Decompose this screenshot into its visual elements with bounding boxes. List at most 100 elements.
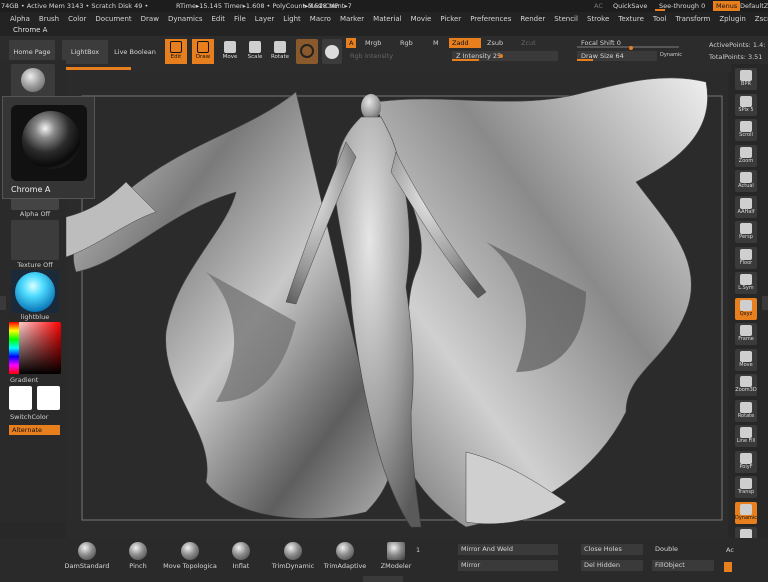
lsym-button[interactable]: L.Sym <box>735 272 757 294</box>
linefill-button[interactable]: Line Fill <box>735 425 757 447</box>
bpr-button[interactable]: BPR <box>735 68 757 90</box>
material-preview[interactable] <box>11 105 87 181</box>
brush-move-topological[interactable]: Move Topologica <box>163 542 217 570</box>
menu-document[interactable]: Document <box>95 15 131 23</box>
menu-render[interactable]: Render <box>520 15 545 23</box>
menu-light[interactable]: Light <box>283 15 300 23</box>
floor-button[interactable]: Floor <box>735 246 757 269</box>
close-holes-button[interactable]: Close Holes <box>581 544 643 555</box>
aahalf-button[interactable]: AAHalf <box>735 195 757 218</box>
m-toggle[interactable]: M <box>430 38 442 48</box>
menu-preferences[interactable]: Preferences <box>470 15 511 23</box>
z-intensity-slider[interactable]: Z Intensity 25 <box>452 51 558 61</box>
live-boolean-button[interactable]: Live Boolean <box>112 40 158 64</box>
menu-picker[interactable]: Picker <box>440 15 461 23</box>
fill-object-button[interactable]: FillObject <box>652 560 714 571</box>
transp-button[interactable]: Transp <box>735 476 757 498</box>
menu-brush[interactable]: Brush <box>39 15 59 23</box>
mirror-button[interactable]: Mirror <box>458 560 558 571</box>
menu-edit[interactable]: Edit <box>211 15 225 23</box>
dynamic-button[interactable]: Dynamic <box>735 501 757 524</box>
zadd-toggle[interactable]: Zadd <box>449 38 481 48</box>
spotlight-button[interactable] <box>322 39 342 64</box>
menu-dynamics[interactable]: Dynamics <box>168 15 203 23</box>
menu-transform[interactable]: Transform <box>676 15 711 23</box>
rotate-mode-button[interactable]: Rotate <box>269 39 291 64</box>
frame-button[interactable]: Frame <box>735 323 757 345</box>
zoom3d-button[interactable]: Zoom3D <box>735 374 757 396</box>
left-tray-toggle[interactable] <box>0 296 6 310</box>
draw-mode-button[interactable]: Draw <box>192 39 214 64</box>
focal-shift-knob[interactable] <box>629 46 633 50</box>
secondary-color-swatch[interactable] <box>37 386 60 410</box>
mrgb-toggle[interactable]: Mrgb <box>362 38 384 48</box>
zcut-toggle[interactable]: Zcut <box>518 38 539 48</box>
rgb-intensity-slider[interactable]: Rgb Intensity <box>346 51 446 61</box>
move-button[interactable]: Move <box>735 348 757 371</box>
ac-color-swatch[interactable] <box>724 562 732 572</box>
menu-zplugin[interactable]: Zplugin <box>719 15 745 23</box>
mirror-and-weld-button[interactable]: Mirror And Weld <box>458 544 558 555</box>
material-thumbnail[interactable] <box>11 270 59 313</box>
quicksave-button[interactable]: QuickSave <box>613 2 647 10</box>
sculpt-model[interactable] <box>66 72 728 538</box>
del-hidden-button[interactable]: Del Hidden <box>581 560 643 571</box>
double-button[interactable]: Double <box>652 544 714 555</box>
menu-file[interactable]: File <box>234 15 246 23</box>
persp-icon <box>740 223 752 234</box>
default-zscript-button[interactable]: DefaultZS <box>740 2 768 10</box>
brush-damstandard[interactable]: DamStandard <box>62 542 112 570</box>
brush-inflat[interactable]: Inflat <box>216 542 266 570</box>
menu-movie[interactable]: Movie <box>411 15 432 23</box>
zsub-toggle[interactable]: Zsub <box>484 38 506 48</box>
menu-zscript[interactable]: Zscript <box>755 15 768 23</box>
menus-button[interactable]: Menus <box>713 1 741 11</box>
edit-mode-button[interactable]: Edit <box>165 39 187 64</box>
viewport-canvas[interactable] <box>66 72 728 538</box>
texture-thumbnail[interactable] <box>11 220 59 260</box>
color-picker[interactable] <box>9 322 61 374</box>
scroll-button[interactable]: Scroll <box>735 119 757 141</box>
main-color-swatch[interactable] <box>9 386 32 410</box>
menu-color[interactable]: Color <box>68 15 86 23</box>
brush-zmodeler[interactable]: ZModeler <box>371 542 421 570</box>
lightbox-button[interactable]: LightBox <box>62 40 108 64</box>
brush-thumbnail[interactable] <box>11 64 55 98</box>
menu-tool[interactable]: Tool <box>653 15 667 23</box>
a-toggle[interactable]: A <box>346 38 357 48</box>
bottom-tray-toggle[interactable] <box>363 576 403 582</box>
brush-pinch[interactable]: Pinch <box>113 542 163 570</box>
scale-mode-button[interactable]: Scale <box>244 39 266 64</box>
alternate-button[interactable]: Alternate <box>9 425 60 435</box>
dynamic-toggle[interactable]: Dynamic <box>660 52 682 58</box>
menu-draw[interactable]: Draw <box>141 15 159 23</box>
xyz-button[interactable]: Qxyz <box>735 297 757 320</box>
brush-trimadaptive[interactable]: TrimAdaptive <box>320 542 370 570</box>
zoom-button[interactable]: Zoom <box>735 144 757 167</box>
menu-layer[interactable]: Layer <box>255 15 275 23</box>
actual-button[interactable]: Actual <box>735 170 757 192</box>
focal-shift-slider[interactable]: Focal Shift 0 <box>577 38 679 50</box>
right-tray-toggle[interactable] <box>762 296 768 310</box>
rotate-button[interactable]: Rotate <box>735 399 757 422</box>
menu-texture[interactable]: Texture <box>618 15 644 23</box>
brush-trimdynamic[interactable]: TrimDynamic <box>268 542 318 570</box>
ac-button[interactable]: Ac <box>726 546 734 554</box>
z-intensity-knob[interactable] <box>499 54 503 58</box>
menu-marker[interactable]: Marker <box>340 15 364 23</box>
switch-color-button[interactable]: SwitchColor <box>10 413 48 421</box>
persp-button[interactable]: Persp <box>735 221 757 243</box>
see-through-slider[interactable]: See-through 0 <box>659 2 705 10</box>
menu-stencil[interactable]: Stencil <box>554 15 578 23</box>
hue-strip[interactable] <box>9 322 19 374</box>
menu-alpha[interactable]: Alpha <box>10 15 30 23</box>
rgb-toggle[interactable]: Rgb <box>397 38 416 48</box>
spix-button[interactable]: SPix 5 <box>735 93 757 116</box>
menu-macro[interactable]: Macro <box>310 15 331 23</box>
polyf-button[interactable]: PolyF <box>735 450 757 473</box>
move-mode-button[interactable]: Move <box>219 39 241 64</box>
draw-size-slider[interactable]: Draw Size 64 <box>577 51 657 61</box>
menu-material[interactable]: Material <box>373 15 401 23</box>
gizmo-button[interactable] <box>296 39 318 64</box>
menu-stroke[interactable]: Stroke <box>587 15 609 23</box>
